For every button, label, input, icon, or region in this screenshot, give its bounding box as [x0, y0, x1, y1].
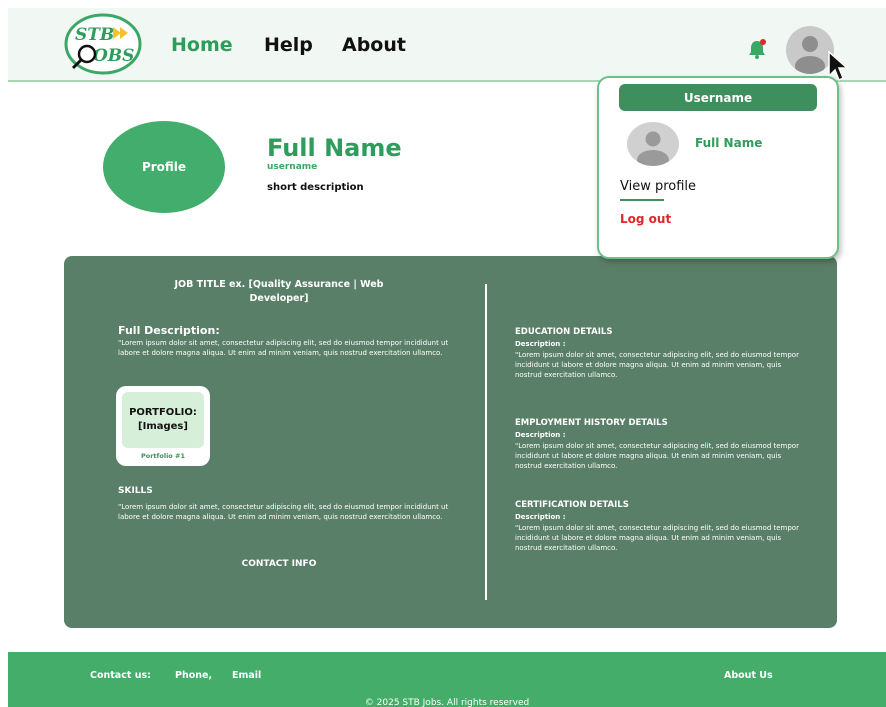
certification-description-label: Description :	[515, 513, 566, 521]
profile-picture-label: Profile	[141, 160, 187, 174]
full-description-title: Full Description:	[118, 324, 220, 337]
bell-icon[interactable]	[746, 38, 768, 60]
footer: Contact us: Phone, Email About Us © 2025…	[8, 652, 886, 707]
copyright-text: © 2025 STB Jobs. All rights reserved	[364, 698, 530, 707]
footer-about-us-link[interactable]: About Us	[724, 670, 773, 681]
notification-dot	[760, 39, 766, 45]
footer-email-link[interactable]: Email	[232, 670, 261, 681]
skills-title: SKILLS	[118, 486, 153, 496]
svg-text:OBS: OBS	[93, 46, 134, 66]
nav-help-link[interactable]: Help	[264, 34, 313, 56]
column-divider	[485, 284, 487, 600]
skills-text: "Lorem ipsum dolor sit amet, consectetur…	[118, 503, 449, 521]
portfolio-item[interactable]: PORTFOLIO: [Images] Portfolio #1	[116, 386, 210, 466]
page: STB OBS Home Help About Profile Full Nam…	[0, 0, 886, 707]
dropdown-avatar-icon	[627, 122, 679, 166]
employment-text: "Lorem ipsum dolor sit amet, consectetur…	[515, 442, 799, 470]
user-dropdown-menu: Username Full Name View profile Log out	[597, 76, 839, 259]
education-title: EDUCATION DETAILS	[515, 327, 613, 337]
footer-contact-label: Contact us:	[90, 670, 151, 681]
contact-info-title: CONTACT INFO	[241, 559, 317, 569]
portfolio-image-placeholder: PORTFOLIO: [Images]	[122, 392, 204, 448]
log-out-link[interactable]: Log out	[620, 212, 671, 226]
portfolio-label: Portfolio #1	[141, 452, 185, 460]
portfolio-subtitle: [Images]	[138, 421, 188, 432]
profile-short-description: short description	[267, 182, 364, 193]
education-description-label: Description :	[515, 340, 566, 348]
full-description-text: "Lorem ipsum dolor sit amet, consectetur…	[118, 339, 449, 357]
stb-jobs-logo[interactable]: STB OBS	[63, 13, 143, 75]
dropdown-username-button[interactable]: Username	[619, 84, 817, 111]
certification-title: CERTIFICATION DETAILS	[515, 500, 629, 510]
divider	[620, 199, 664, 201]
job-title: JOB TITLE ex. [Quality Assurance | Web D…	[174, 279, 384, 304]
svg-text:STB: STB	[75, 25, 114, 45]
education-text: "Lorem ipsum dolor sit amet, consectetur…	[515, 351, 799, 379]
top-navbar: STB OBS Home Help About	[8, 8, 886, 82]
footer-phone-link[interactable]: Phone,	[175, 670, 212, 681]
profile-full-name: Full Name	[267, 134, 402, 162]
nav-home-link[interactable]: Home	[171, 34, 233, 56]
portfolio-title: PORTFOLIO:	[129, 407, 197, 418]
profile-details-card: JOB TITLE ex. [Quality Assurance | Web D…	[64, 256, 837, 628]
dropdown-full-name: Full Name	[695, 136, 763, 150]
employment-title: EMPLOYMENT HISTORY DETAILS	[515, 418, 668, 428]
view-profile-link[interactable]: View profile	[620, 179, 696, 194]
profile-picture: Profile	[103, 121, 225, 213]
nav-about-link[interactable]: About	[342, 34, 406, 56]
employment-description-label: Description :	[515, 431, 566, 439]
certification-text: "Lorem ipsum dolor sit amet, consectetur…	[515, 524, 799, 552]
profile-username: username	[267, 162, 318, 172]
